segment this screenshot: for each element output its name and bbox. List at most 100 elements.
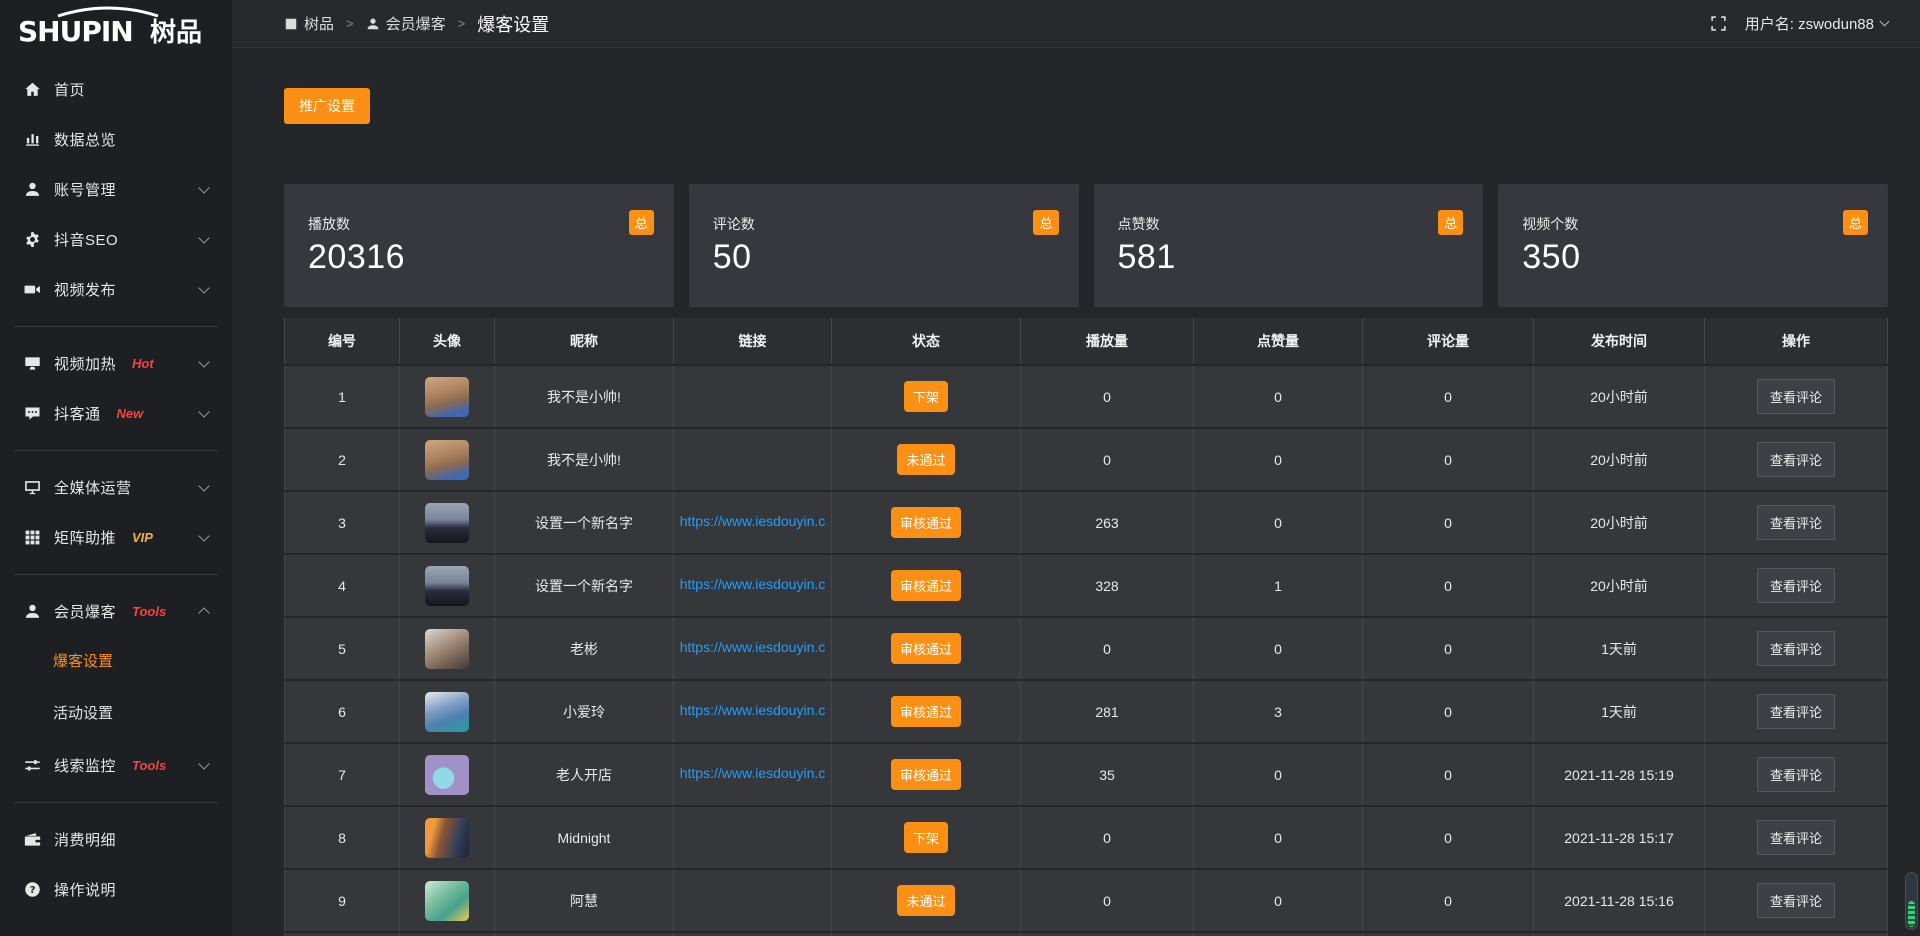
cell-nickname: 小爱玲	[495, 681, 674, 742]
sidebar-item-label: 会员爆客	[54, 601, 116, 622]
caret-down-icon	[1880, 17, 1890, 27]
topbar: 树品>会员爆客>爆客设置 用户名: zswodun88	[232, 0, 1920, 48]
view-comments-button[interactable]: 查看评论	[1757, 631, 1835, 666]
cell-id: 1	[284, 366, 400, 427]
table-row: 6 小爱玲 https://www.iesdouyin.c 审核通过 281 3…	[284, 681, 1888, 742]
stat-card: 评论数 总 50	[689, 184, 1079, 307]
cell-action: 查看评论	[1705, 429, 1888, 490]
main-table: 编号头像昵称链接状态播放量点赞量评论量发布时间操作 1 我不是小帅! 下架 0 …	[284, 316, 1888, 936]
logo-text-cn: 树品	[150, 18, 202, 48]
view-comments-button[interactable]: 查看评论	[1757, 442, 1835, 477]
sidebar-item-label: 首页	[54, 79, 85, 100]
cell-id: 2	[284, 429, 400, 490]
status-badge: 审核通过	[891, 570, 961, 601]
promo-settings-button[interactable]: 推广设置	[284, 88, 370, 124]
sidebar-subitem[interactable]: 爆客设置	[0, 636, 232, 688]
sidebar-item[interactable]: 全媒体运营	[0, 462, 232, 512]
avatar	[425, 440, 469, 480]
cell-nickname: 设置一个新名字	[495, 492, 674, 553]
sidebar-item-label: 账号管理	[54, 179, 116, 200]
chevron-icon	[198, 182, 209, 193]
video-link[interactable]: https://www.iesdouyin.c	[680, 513, 826, 529]
cell-time: 2021-11-28 15:19	[1534, 744, 1705, 805]
username-label: 用户名: zswodun88	[1745, 13, 1874, 34]
status-badge: 审核通过	[891, 633, 961, 664]
cell-action: 查看评论	[1705, 555, 1888, 616]
cell-comments: 0	[1363, 681, 1534, 742]
scroll-indicator[interactable]	[1905, 872, 1918, 930]
cell-comments: 0	[1363, 555, 1534, 616]
cell-link	[674, 429, 832, 490]
column-header: 头像	[400, 318, 495, 364]
sidebar-item[interactable]: 线索监控 Tools	[0, 740, 232, 790]
sidebar-item-label: 抖音SEO	[54, 229, 118, 250]
view-comments-button[interactable]: 查看评论	[1757, 820, 1835, 855]
view-comments-button[interactable]: 查看评论	[1757, 379, 1835, 414]
cell-comments: 0	[1363, 492, 1534, 553]
cell-status: 未通过	[832, 870, 1021, 931]
cell-link	[674, 870, 832, 931]
cell-nickname: 老彬	[495, 618, 674, 679]
sidebar-item[interactable]: 消费明细	[0, 814, 232, 864]
cell-avatar	[400, 681, 495, 742]
sidebar-subitem[interactable]: 活动设置	[0, 688, 232, 740]
sidebar-item[interactable]: 账号管理	[0, 164, 232, 214]
sidebar-item[interactable]: 首页	[0, 64, 232, 114]
sidebar-item[interactable]: 抖音SEO	[0, 214, 232, 264]
cell-action: 查看评论	[1705, 618, 1888, 679]
cell-nickname: 阿慧	[495, 870, 674, 931]
stat-card: 视频个数 总 350	[1498, 184, 1888, 307]
video-link[interactable]: https://www.iesdouyin.c	[680, 639, 826, 655]
avatar	[425, 692, 469, 732]
status-badge: 未通过	[897, 444, 954, 475]
cell-plays: 0	[1021, 807, 1194, 868]
view-comments-button[interactable]: 查看评论	[1757, 757, 1835, 792]
sidebar-item[interactable]: 抖客通 New	[0, 388, 232, 438]
sidebar-item[interactable]: 会员爆客 Tools	[0, 586, 232, 636]
svg-text:?: ?	[30, 885, 36, 896]
fullscreen-icon[interactable]	[1710, 15, 1727, 32]
cell-status: 审核通过	[832, 744, 1021, 805]
cell-status: 下架	[832, 366, 1021, 427]
chart-icon	[24, 131, 41, 148]
sidebar-item[interactable]: 视频加热 Hot	[0, 338, 232, 388]
sidebar-item-label: 线索监控	[54, 755, 116, 776]
table-container: 编号头像昵称链接状态播放量点赞量评论量发布时间操作 1 我不是小帅! 下架 0 …	[284, 316, 1888, 936]
user-menu[interactable]: 用户名: zswodun88	[1745, 13, 1888, 34]
sidebar-item[interactable]: ? 操作说明	[0, 864, 232, 914]
status-badge: 审核通过	[891, 696, 961, 727]
video-link[interactable]: https://www.iesdouyin.c	[680, 765, 826, 781]
cell-time: 1天前	[1534, 618, 1705, 679]
view-comments-button[interactable]: 查看评论	[1757, 883, 1835, 918]
account-icon	[24, 181, 41, 198]
video-link[interactable]: https://www.iesdouyin.c	[680, 576, 826, 592]
sidebar-item[interactable]: 矩阵助推 VIP	[0, 512, 232, 562]
cell-likes: 0	[1194, 807, 1363, 868]
stat-value: 350	[1522, 238, 1864, 277]
video-link[interactable]: https://www.iesdouyin.c	[680, 702, 826, 718]
sidebar-item-badge: Hot	[132, 356, 154, 371]
cell-likes: 1	[1194, 555, 1363, 616]
breadcrumb-item[interactable]: 爆客设置	[477, 11, 549, 37]
sidebar-item[interactable]: 数据总览	[0, 114, 232, 164]
cell-avatar	[400, 744, 495, 805]
cell-likes: 0	[1194, 429, 1363, 490]
help-icon: ?	[24, 881, 41, 898]
breadcrumb-item[interactable]: 树品	[284, 13, 334, 34]
stat-total-badge: 总	[1843, 210, 1868, 235]
cell-likes: 3	[1194, 681, 1363, 742]
sidebar-item-badge: VIP	[132, 530, 153, 545]
sidebar-item-label: 消费明细	[54, 829, 116, 850]
video-icon	[24, 281, 41, 298]
stat-total-badge: 总	[1438, 210, 1463, 235]
table-row: 1 我不是小帅! 下架 0 0 0 20小时前 查看评论	[284, 366, 1888, 427]
stat-label: 点赞数	[1118, 214, 1460, 234]
view-comments-button[interactable]: 查看评论	[1757, 568, 1835, 603]
cell-plays: 263	[1021, 492, 1194, 553]
breadcrumb-item[interactable]: 会员爆客	[366, 13, 446, 34]
stat-value: 581	[1118, 238, 1460, 277]
sidebar-item[interactable]: 视频发布	[0, 264, 232, 314]
logo[interactable]: SHUPIN 树品	[0, 0, 232, 56]
view-comments-button[interactable]: 查看评论	[1757, 694, 1835, 729]
view-comments-button[interactable]: 查看评论	[1757, 505, 1835, 540]
